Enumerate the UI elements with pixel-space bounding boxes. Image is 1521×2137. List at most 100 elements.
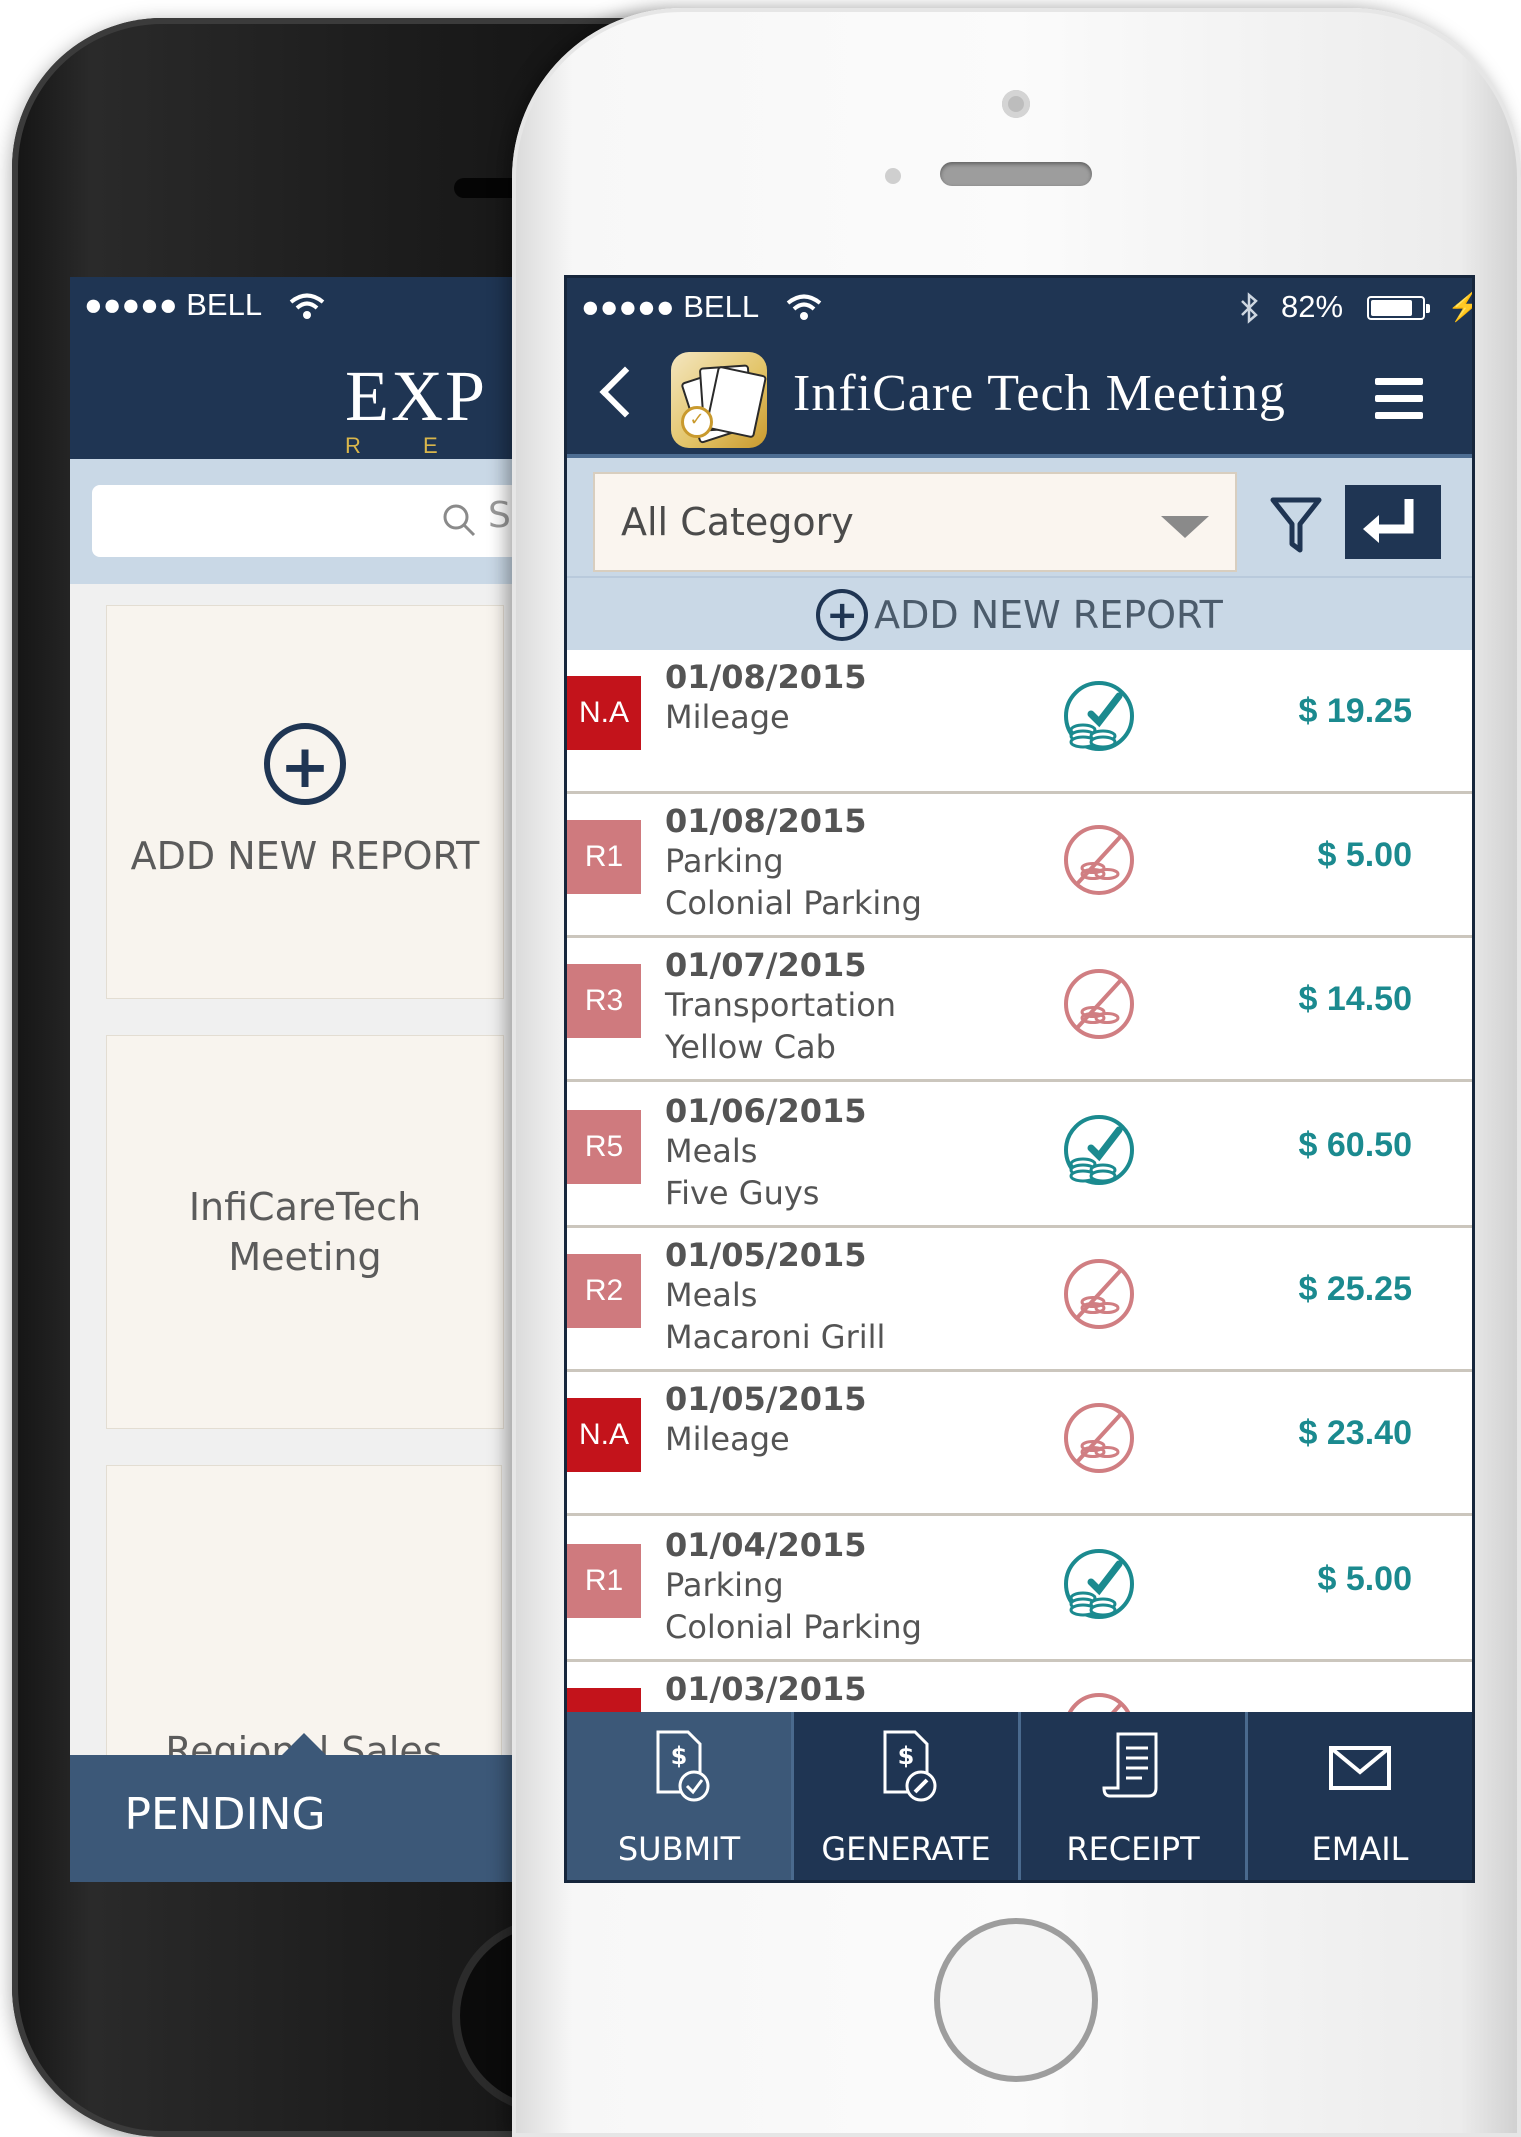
generate-button[interactable]: $ GENERATE (794, 1712, 1021, 1880)
expense-amount: $ 14.50 (1298, 980, 1412, 1018)
receipt-badge: R3 (567, 964, 641, 1038)
receipt-badge: N.A (567, 1398, 641, 1472)
toolbar-label: RECEIPT (1066, 1830, 1200, 1868)
svg-text:$: $ (898, 1742, 915, 1770)
charging-icon: ⚡ (1447, 278, 1472, 336)
receipt-badge: R2 (567, 1254, 641, 1328)
hamburger-icon[interactable] (1375, 378, 1423, 429)
expense-amount: $ 5.00 (1317, 1560, 1412, 1598)
expense-row[interactable]: R1 01/04/2015 Parking Colonial Parking $ 5.0… (567, 1518, 1472, 1662)
earpiece-speaker (940, 162, 1092, 186)
home-button[interactable] (934, 1918, 1098, 2082)
add-circle-icon: + (264, 723, 346, 805)
expense-row[interactable]: R2 01/05/2015 Meals Macaroni Grill $ 25.25 (567, 1228, 1472, 1372)
expense-row[interactable]: R5 01/06/2015 Meals Five Guys $ 60.50 (567, 1084, 1472, 1228)
approved-coins-icon (1064, 681, 1134, 751)
expense-date: 01/05/2015 (665, 1380, 867, 1418)
not-submitted-coins-icon (1067, 1693, 1131, 1712)
submit-dollar-doc-icon: $ (656, 1730, 710, 1802)
front-camera (1002, 90, 1030, 118)
expense-row[interactable]: R1 01/08/2015 Parking Colonial Parking $ 5.0… (567, 794, 1472, 938)
expense-amount: $ 5.00 (1317, 836, 1412, 874)
expense-amount: $ 19.25 (1298, 692, 1412, 730)
expense-category: Transportation (665, 986, 897, 1024)
filter-bar: All Category (567, 458, 1472, 576)
expense-date: 01/08/2015 (665, 802, 867, 840)
approved-coins-icon (1064, 1115, 1134, 1185)
receipt-badge: R5 (567, 1110, 641, 1184)
wifi-icon (289, 293, 325, 319)
not-submitted-status-icon (1061, 1690, 1137, 1712)
tab-pending[interactable]: PENDING (70, 1755, 520, 1882)
approved-status-icon (1061, 1112, 1137, 1188)
expense-category: Mileage (665, 1420, 790, 1458)
search-input[interactable]: Se (92, 485, 520, 557)
expense-row[interactable]: R3 01/07/2015 Transportation Yellow Cab $ 14… (567, 938, 1472, 1082)
not-submitted-coins-icon (1064, 1259, 1134, 1329)
filter-icon[interactable] (1270, 496, 1322, 554)
expense-vendor: Five Guys (665, 1174, 820, 1212)
category-select[interactable]: All Category (593, 472, 1237, 572)
add-new-report-card[interactable]: + ADD NEW REPORT (106, 605, 504, 999)
expense-app-icon: ✓ (671, 352, 767, 448)
toolbar-label: EMAIL (1311, 1830, 1409, 1868)
toolbar-label: GENERATE (821, 1830, 991, 1868)
status-bar: ●●●●● BELL 82% ⚡ (567, 278, 1472, 336)
email-button[interactable]: EMAIL (1248, 1712, 1472, 1880)
expense-vendor: Macaroni Grill (665, 1318, 886, 1356)
add-new-report-button[interactable]: + ADD NEW REPORT (567, 576, 1472, 652)
tab-indicator-arrow (282, 1733, 326, 1755)
back-phone-screen: ●●●●● BELL EXP R E P Se + ADD NEW REPORT… (70, 277, 520, 1882)
category-value: All Category (621, 500, 854, 544)
expense-category: Parking (665, 842, 784, 880)
receipt-badge: N.A (567, 676, 641, 750)
report-card[interactable]: InfiCareTech Meeting (106, 1035, 504, 1429)
expense-date: 01/04/2015 (665, 1526, 867, 1564)
approved-status-icon (1061, 1546, 1137, 1622)
card-label: InfiCareTech Meeting (188, 1185, 422, 1279)
page-title: InfiCare Tech Meeting (793, 365, 1286, 422)
receipt-button[interactable]: RECEIPT (1021, 1712, 1248, 1880)
not-submitted-status-icon (1061, 966, 1137, 1042)
dropdown-caret-icon (1161, 516, 1209, 538)
expense-date: 01/08/2015 (665, 658, 867, 696)
status-bar: ●●●●● BELL (70, 277, 520, 333)
expense-amount: $ 60.50 (1298, 1126, 1412, 1164)
approved-coins-icon (1064, 1549, 1134, 1619)
tab-label: PENDING (124, 1789, 326, 1840)
battery-icon (1367, 296, 1430, 320)
expense-date: 01/06/2015 (665, 1092, 867, 1130)
add-report-label: ADD NEW REPORT (874, 593, 1223, 637)
carrier-label: ●●●●● BELL (84, 287, 263, 322)
expense-date: 01/07/2015 (665, 946, 867, 984)
add-circle-icon: + (816, 589, 869, 641)
approved-status-icon (1061, 678, 1137, 754)
receipt-badge: R1 (567, 820, 641, 894)
expense-row[interactable]: N.A 01/05/2015 Mileage $ 23.40 (567, 1372, 1472, 1516)
expense-row[interactable]: 01/03/2015 (567, 1662, 1472, 1712)
enter-return-button[interactable] (1345, 485, 1441, 559)
receipt-badge: R1 (567, 1544, 641, 1618)
not-submitted-coins-icon (1064, 969, 1134, 1039)
expense-amount: $ 23.40 (1298, 1414, 1412, 1452)
carrier-label: ●●●●● BELL (581, 289, 760, 324)
receipt-badge (567, 1688, 641, 1712)
not-submitted-coins-icon (1064, 1403, 1134, 1473)
back-chevron-icon[interactable] (599, 366, 651, 418)
expense-category: Meals (665, 1132, 758, 1170)
svg-text:$: $ (671, 1742, 688, 1770)
expense-date: 01/03/2015 (665, 1670, 867, 1708)
not-submitted-coins-icon (1064, 825, 1134, 895)
receipt-icon (1102, 1732, 1158, 1798)
app-header: ✓ InfiCare Tech Meeting (567, 336, 1472, 458)
bottom-toolbar: $ SUBMIT $ GENERATE RECEIPT EMAIL (567, 1712, 1472, 1880)
expense-row[interactable]: N.A 01/08/2015 Mileage $ 19.25 (567, 650, 1472, 794)
expense-amount: $ 25.25 (1298, 1270, 1412, 1308)
bluetooth-icon (1241, 292, 1258, 324)
expense-category: Parking (665, 1566, 784, 1604)
card-label: ADD NEW REPORT (130, 834, 480, 878)
not-submitted-status-icon (1061, 1400, 1137, 1476)
submit-button[interactable]: $ SUBMIT (567, 1712, 794, 1880)
expense-list: N.A 01/08/2015 Mileage $ 19.25 R1 01/08/2015 P… (567, 650, 1472, 1712)
proximity-sensor (885, 168, 901, 184)
